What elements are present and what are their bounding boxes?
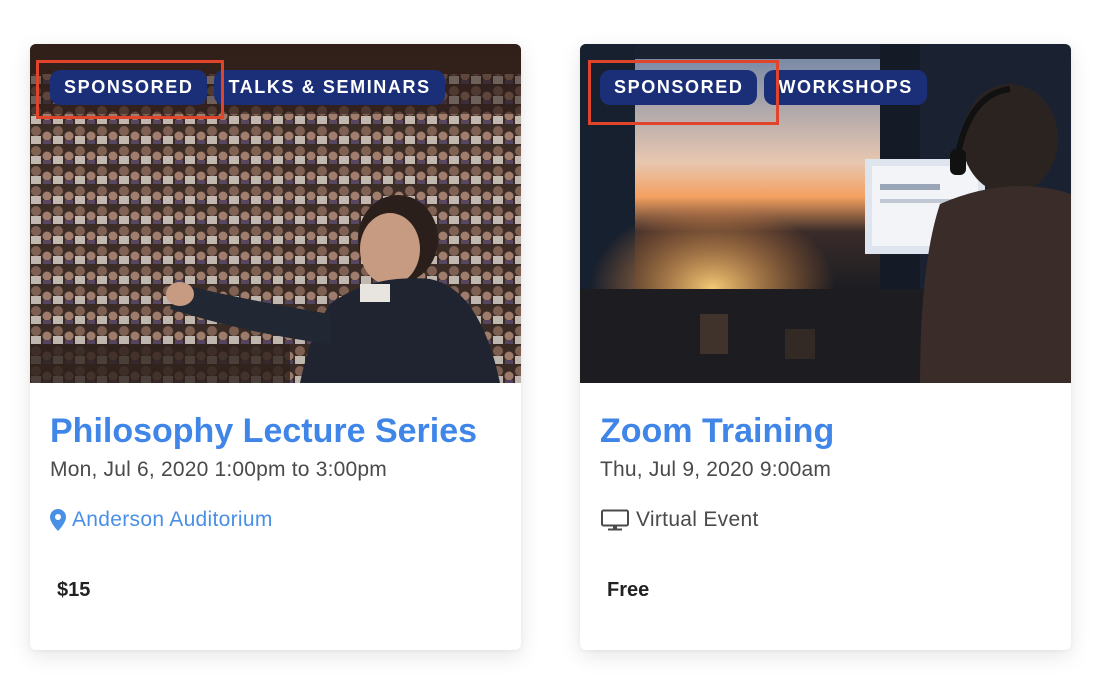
event-price: Free — [607, 579, 650, 601]
event-image[interactable]: SPONSORED TALKS & SEMINARS — [30, 44, 521, 383]
event-price: $15 — [57, 579, 91, 601]
tag-category[interactable]: WORKSHOPS — [764, 70, 927, 105]
event-location-label: Anderson Auditorium — [72, 508, 273, 531]
event-datetime: Thu, Jul 9, 2020 9:00am — [600, 458, 832, 481]
event-datetime: Mon, Jul 6, 2020 1:00pm to 3:00pm — [50, 458, 387, 481]
event-location-label: Virtual Event — [636, 508, 759, 531]
event-details: Philosophy Lecture Series Mon, Jul 6, 20… — [30, 383, 521, 605]
event-grid: SPONSORED TALKS & SEMINARS Philosophy Le… — [0, 0, 1106, 700]
map-pin-icon — [50, 509, 66, 531]
tag-category[interactable]: TALKS & SEMINARS — [214, 70, 445, 105]
event-title[interactable]: Philosophy Lecture Series — [50, 409, 501, 453]
tag-list: SPONSORED WORKSHOPS — [600, 70, 927, 105]
event-card[interactable]: SPONSORED WORKSHOPS Zoom Training Thu, J… — [580, 44, 1071, 650]
tag-sponsored[interactable]: SPONSORED — [600, 70, 758, 105]
event-image[interactable]: SPONSORED WORKSHOPS — [580, 44, 1071, 383]
tag-list: SPONSORED TALKS & SEMINARS — [50, 70, 445, 105]
monitor-icon — [600, 509, 630, 531]
event-location: Virtual Event — [600, 505, 1051, 535]
event-card[interactable]: SPONSORED TALKS & SEMINARS Philosophy Le… — [30, 44, 521, 650]
event-location[interactable]: Anderson Auditorium — [50, 505, 501, 535]
event-details: Zoom Training Thu, Jul 9, 2020 9:00am Vi… — [580, 383, 1071, 605]
event-title[interactable]: Zoom Training — [600, 409, 1051, 453]
tag-sponsored[interactable]: SPONSORED — [50, 70, 208, 105]
